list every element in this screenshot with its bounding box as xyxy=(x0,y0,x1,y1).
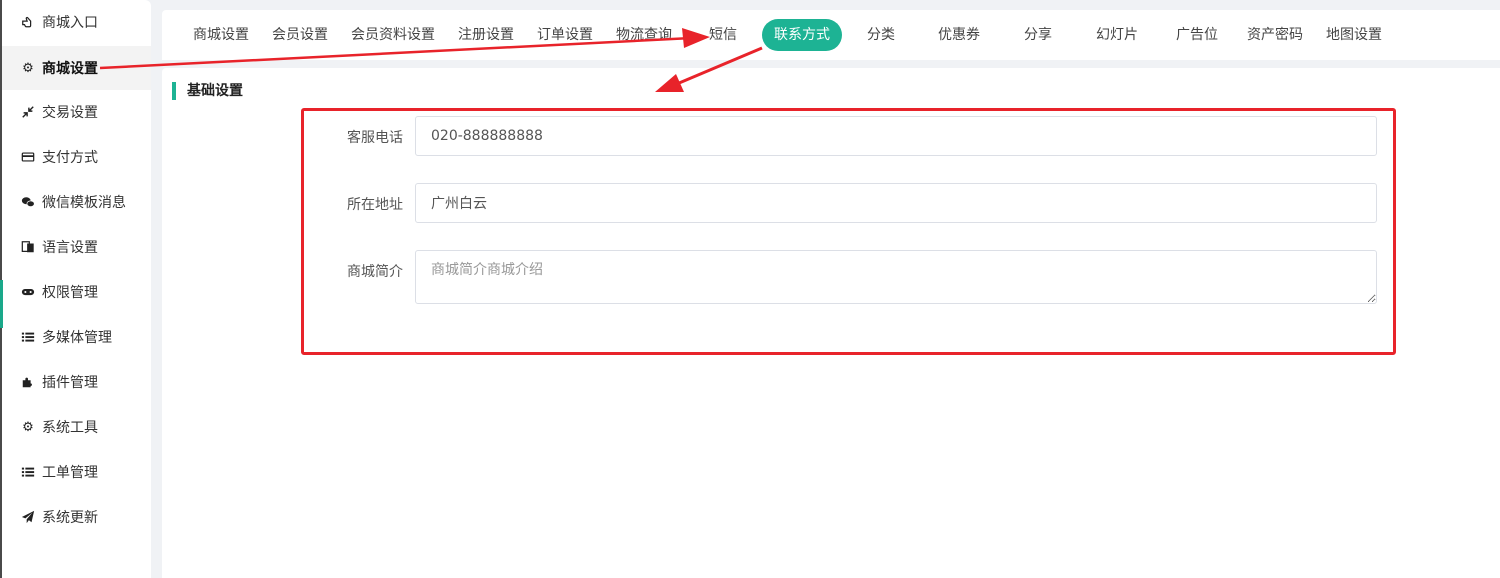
tab-ad-slot[interactable]: 广告位 xyxy=(1176,23,1218,47)
sidebar-item-payment[interactable]: 支付方式 xyxy=(2,135,151,179)
sidebar-item-media[interactable]: 多媒体管理 xyxy=(2,315,151,359)
sidebar-item-label: 系统更新 xyxy=(42,510,98,526)
sidebar-item-tickets[interactable]: 工单管理 xyxy=(2,450,151,494)
tab-member-settings[interactable]: 会员设置 xyxy=(272,23,328,47)
sidebar-item-label: 商城入口 xyxy=(42,15,98,31)
paper-plane-icon xyxy=(20,509,36,525)
sidebar-item-label: 微信模板消息 xyxy=(42,195,126,211)
sidebar-item-label: 权限管理 xyxy=(42,285,98,301)
tab-category[interactable]: 分类 xyxy=(867,23,895,47)
sidebar-item-label: 语言设置 xyxy=(42,240,98,256)
gear-icon: ⚙ xyxy=(22,419,34,435)
mall-intro-textarea[interactable] xyxy=(415,250,1377,304)
sidebar-item-label: 系统工具 xyxy=(42,420,98,436)
tab-contact[interactable]: 联系方式 xyxy=(762,19,842,51)
sidebar-item-label: 商城设置 xyxy=(42,61,98,77)
sidebar-item-trade-settings[interactable]: 交易设置 xyxy=(2,90,151,134)
tab-slideshow[interactable]: 幻灯片 xyxy=(1096,23,1138,47)
tab-coupon[interactable]: 优惠券 xyxy=(938,23,980,47)
sidebar-item-permissions[interactable]: 权限管理 xyxy=(2,270,151,314)
sidebar-item-label: 工单管理 xyxy=(42,465,98,481)
tab-logistics[interactable]: 物流查询 xyxy=(616,23,672,47)
wechat-icon xyxy=(20,194,36,210)
intro-label: 商城简介 xyxy=(347,264,403,280)
tab-register-settings[interactable]: 注册设置 xyxy=(458,23,514,47)
sidebar: 商城入口 ⚙ 商城设置 交易设置 支付方式 微信模板消息 语言设置 权限管理 多… xyxy=(0,0,151,578)
sidebar-item-system-update[interactable]: 系统更新 xyxy=(2,495,151,539)
language-icon xyxy=(20,239,36,255)
list-icon xyxy=(20,329,36,345)
tab-sms[interactable]: 短信 xyxy=(709,23,737,47)
phone-label: 客服电话 xyxy=(347,130,403,146)
compress-arrows-icon xyxy=(20,104,36,120)
list-icon xyxy=(20,464,36,480)
tab-asset-password[interactable]: 资产密码 xyxy=(1247,23,1303,47)
sidebar-item-system-tools[interactable]: ⚙ 系统工具 xyxy=(2,405,151,449)
address-label: 所在地址 xyxy=(347,197,403,213)
section-title: 基础设置 xyxy=(172,82,243,100)
sidebar-item-mall-settings[interactable]: ⚙ 商城设置 xyxy=(2,46,151,90)
gamepad-icon xyxy=(20,284,36,300)
hand-point-icon xyxy=(20,14,36,30)
tab-member-profile-settings[interactable]: 会员资料设置 xyxy=(351,23,435,47)
sidebar-item-label: 支付方式 xyxy=(42,150,98,166)
sidebar-item-label: 多媒体管理 xyxy=(42,330,112,346)
gear-icon: ⚙ xyxy=(22,60,34,76)
address-input[interactable] xyxy=(415,183,1377,223)
credit-card-icon xyxy=(20,149,36,165)
tab-share[interactable]: 分享 xyxy=(1024,23,1052,47)
customer-service-phone-input[interactable] xyxy=(415,116,1377,156)
puzzle-icon xyxy=(20,374,36,390)
tab-map-settings[interactable]: 地图设置 xyxy=(1326,23,1382,47)
sidebar-item-label: 插件管理 xyxy=(42,375,98,391)
settings-tabbar: 商城设置 会员设置 会员资料设置 注册设置 订单设置 物流查询 短信 联系方式 … xyxy=(162,10,1500,60)
sidebar-item-plugins[interactable]: 插件管理 xyxy=(2,360,151,404)
tab-order-settings[interactable]: 订单设置 xyxy=(537,23,593,47)
tab-mall-settings[interactable]: 商城设置 xyxy=(193,23,249,47)
sidebar-item-wechat-template[interactable]: 微信模板消息 xyxy=(2,180,151,224)
sidebar-item-language[interactable]: 语言设置 xyxy=(2,225,151,269)
settings-content: 基础设置 客服电话 所在地址 商城简介 xyxy=(162,68,1500,578)
sidebar-item-label: 交易设置 xyxy=(42,105,98,121)
sidebar-item-mall-entry[interactable]: 商城入口 xyxy=(2,0,151,44)
